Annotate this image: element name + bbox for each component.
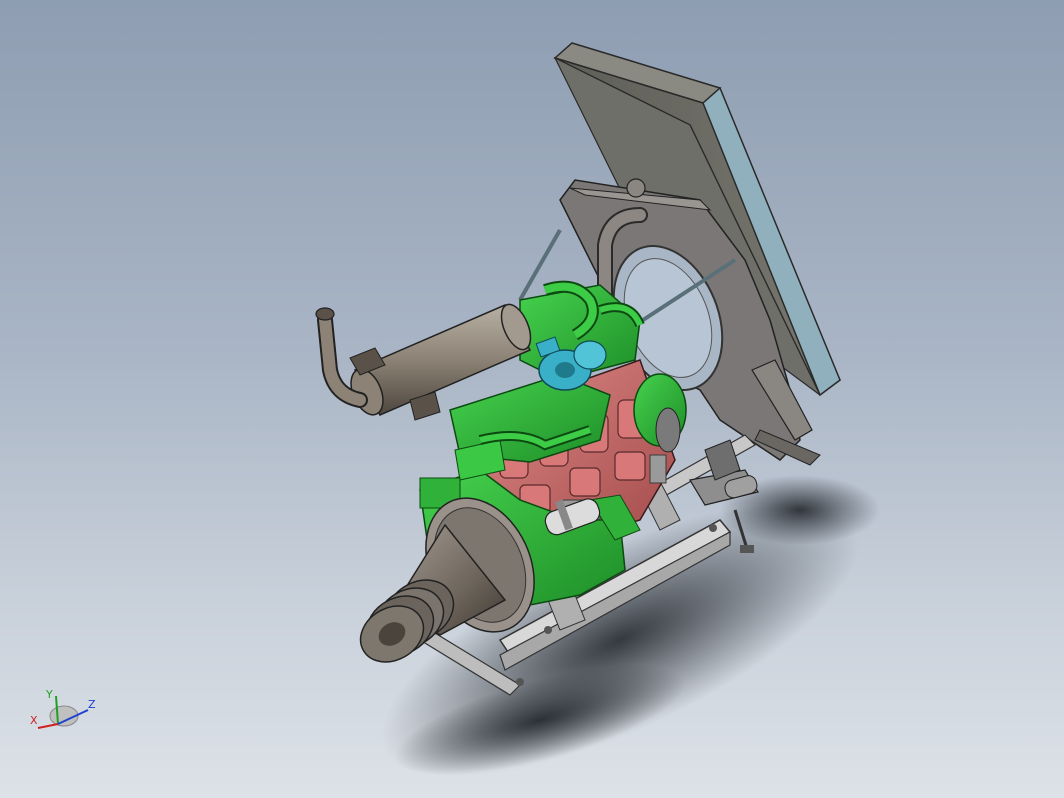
- triad-x-label: X: [30, 714, 38, 727]
- engine-assembly-model[interactable]: [0, 0, 1064, 798]
- view-orientation-triad[interactable]: Y X Z: [28, 686, 100, 740]
- triad-y-label: Y: [45, 688, 53, 701]
- triad-x-axis: [37, 723, 59, 729]
- graphics-viewport[interactable]: Y X Z: [0, 0, 1064, 798]
- triad-z-label: Z: [88, 698, 96, 711]
